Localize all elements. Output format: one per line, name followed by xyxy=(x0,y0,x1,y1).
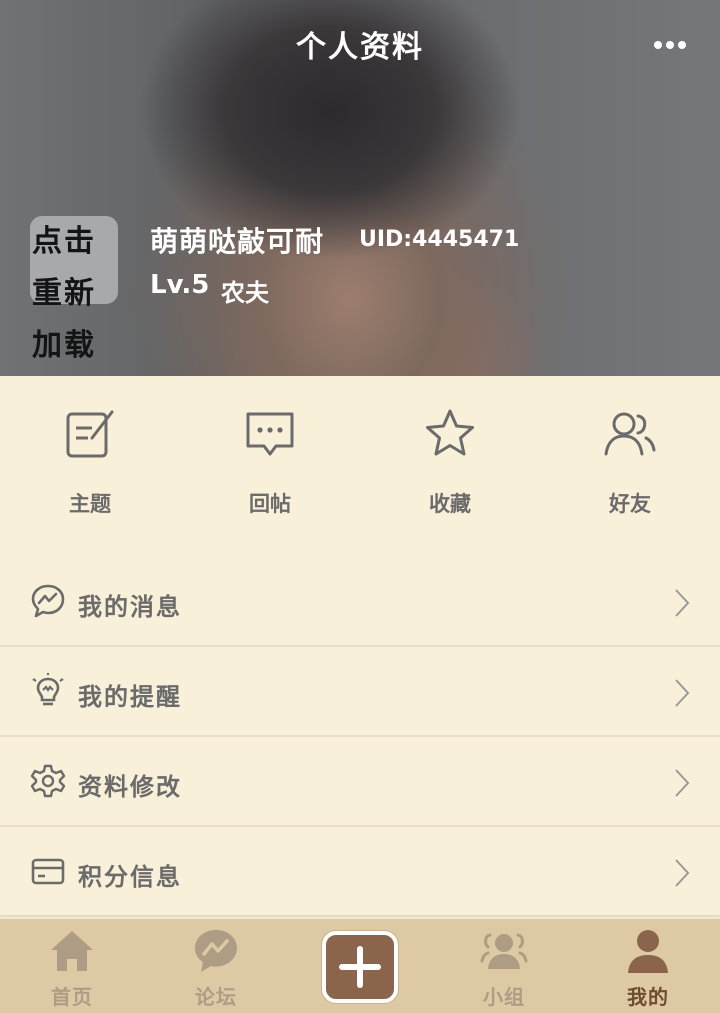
gear-icon xyxy=(30,764,66,798)
tab-groups-label: 小组 xyxy=(483,985,525,1009)
plus-icon xyxy=(339,946,381,988)
tab-forum[interactable]: 论坛 xyxy=(156,919,276,1013)
action-topics-label: 主题 xyxy=(69,492,111,516)
user-level: Lv.5 xyxy=(150,270,210,300)
tab-mine[interactable]: 我的 xyxy=(588,919,708,1013)
tab-mine-label: 我的 xyxy=(627,985,669,1009)
reply-bubble-icon xyxy=(246,412,294,456)
chevron-right-icon xyxy=(675,769,690,797)
action-favorites[interactable]: 收藏 xyxy=(395,406,505,526)
more-dots-icon[interactable] xyxy=(650,36,690,54)
message-icon xyxy=(31,584,65,618)
forum-icon xyxy=(195,930,237,972)
add-post-button[interactable] xyxy=(322,931,398,1003)
user-uid: UID:4445471 xyxy=(359,227,520,252)
profile-page: 个人资料 点击重新加载 萌萌哒敲可耐 UID:4445471 Lv.5 农夫 主… xyxy=(0,0,720,1013)
bottom-tab-bar: 首页 论坛 小组 我的 xyxy=(0,919,720,1013)
menu-item-points[interactable]: 积分信息 xyxy=(0,827,720,917)
action-replies[interactable]: 回帖 xyxy=(215,406,325,526)
action-friends-label: 好友 xyxy=(609,492,651,516)
chevron-right-icon xyxy=(675,859,690,887)
action-topics[interactable]: 主题 xyxy=(35,406,145,526)
action-friends[interactable]: 好友 xyxy=(575,406,685,526)
home-icon xyxy=(51,931,93,971)
menu-item-edit-profile-label: 资料修改 xyxy=(78,773,182,801)
menu-item-edit-profile[interactable]: 资料修改 xyxy=(0,737,720,827)
chevron-right-icon xyxy=(675,679,690,707)
menu-item-reminders[interactable]: 我的提醒 xyxy=(0,647,720,737)
user-rank: 农夫 xyxy=(221,279,269,307)
chevron-right-icon xyxy=(675,589,690,617)
tab-forum-label: 论坛 xyxy=(195,985,237,1009)
card-icon xyxy=(31,858,65,885)
menu-item-messages-label: 我的消息 xyxy=(78,593,182,621)
menu-item-points-label: 积分信息 xyxy=(78,863,182,891)
profile-header: 个人资料 点击重新加载 萌萌哒敲可耐 UID:4445471 Lv.5 农夫 xyxy=(0,0,720,376)
reload-avatar-text[interactable]: 点击重新加载 xyxy=(32,216,112,372)
action-favorites-label: 收藏 xyxy=(429,492,471,516)
profile-icon xyxy=(628,930,668,973)
group-icon xyxy=(480,933,528,969)
tab-home-label: 首页 xyxy=(51,985,93,1009)
user-name: 萌萌哒敲可耐 xyxy=(150,225,325,258)
tab-home[interactable]: 首页 xyxy=(12,919,132,1013)
menu-item-reminders-label: 我的提醒 xyxy=(78,683,182,711)
tab-groups[interactable]: 小组 xyxy=(444,919,564,1013)
page-title: 个人资料 xyxy=(296,30,424,65)
settings-menu: 我的消息 我的提醒 资料修改 积分信息 xyxy=(0,557,720,917)
edit-note-icon xyxy=(66,410,114,458)
action-replies-label: 回帖 xyxy=(249,492,291,516)
lightbulb-icon xyxy=(32,673,64,706)
quick-actions: 主题 回帖 收藏 好友 xyxy=(0,376,720,546)
star-icon xyxy=(426,409,474,456)
menu-item-messages[interactable]: 我的消息 xyxy=(0,557,720,647)
friends-icon xyxy=(604,412,656,456)
